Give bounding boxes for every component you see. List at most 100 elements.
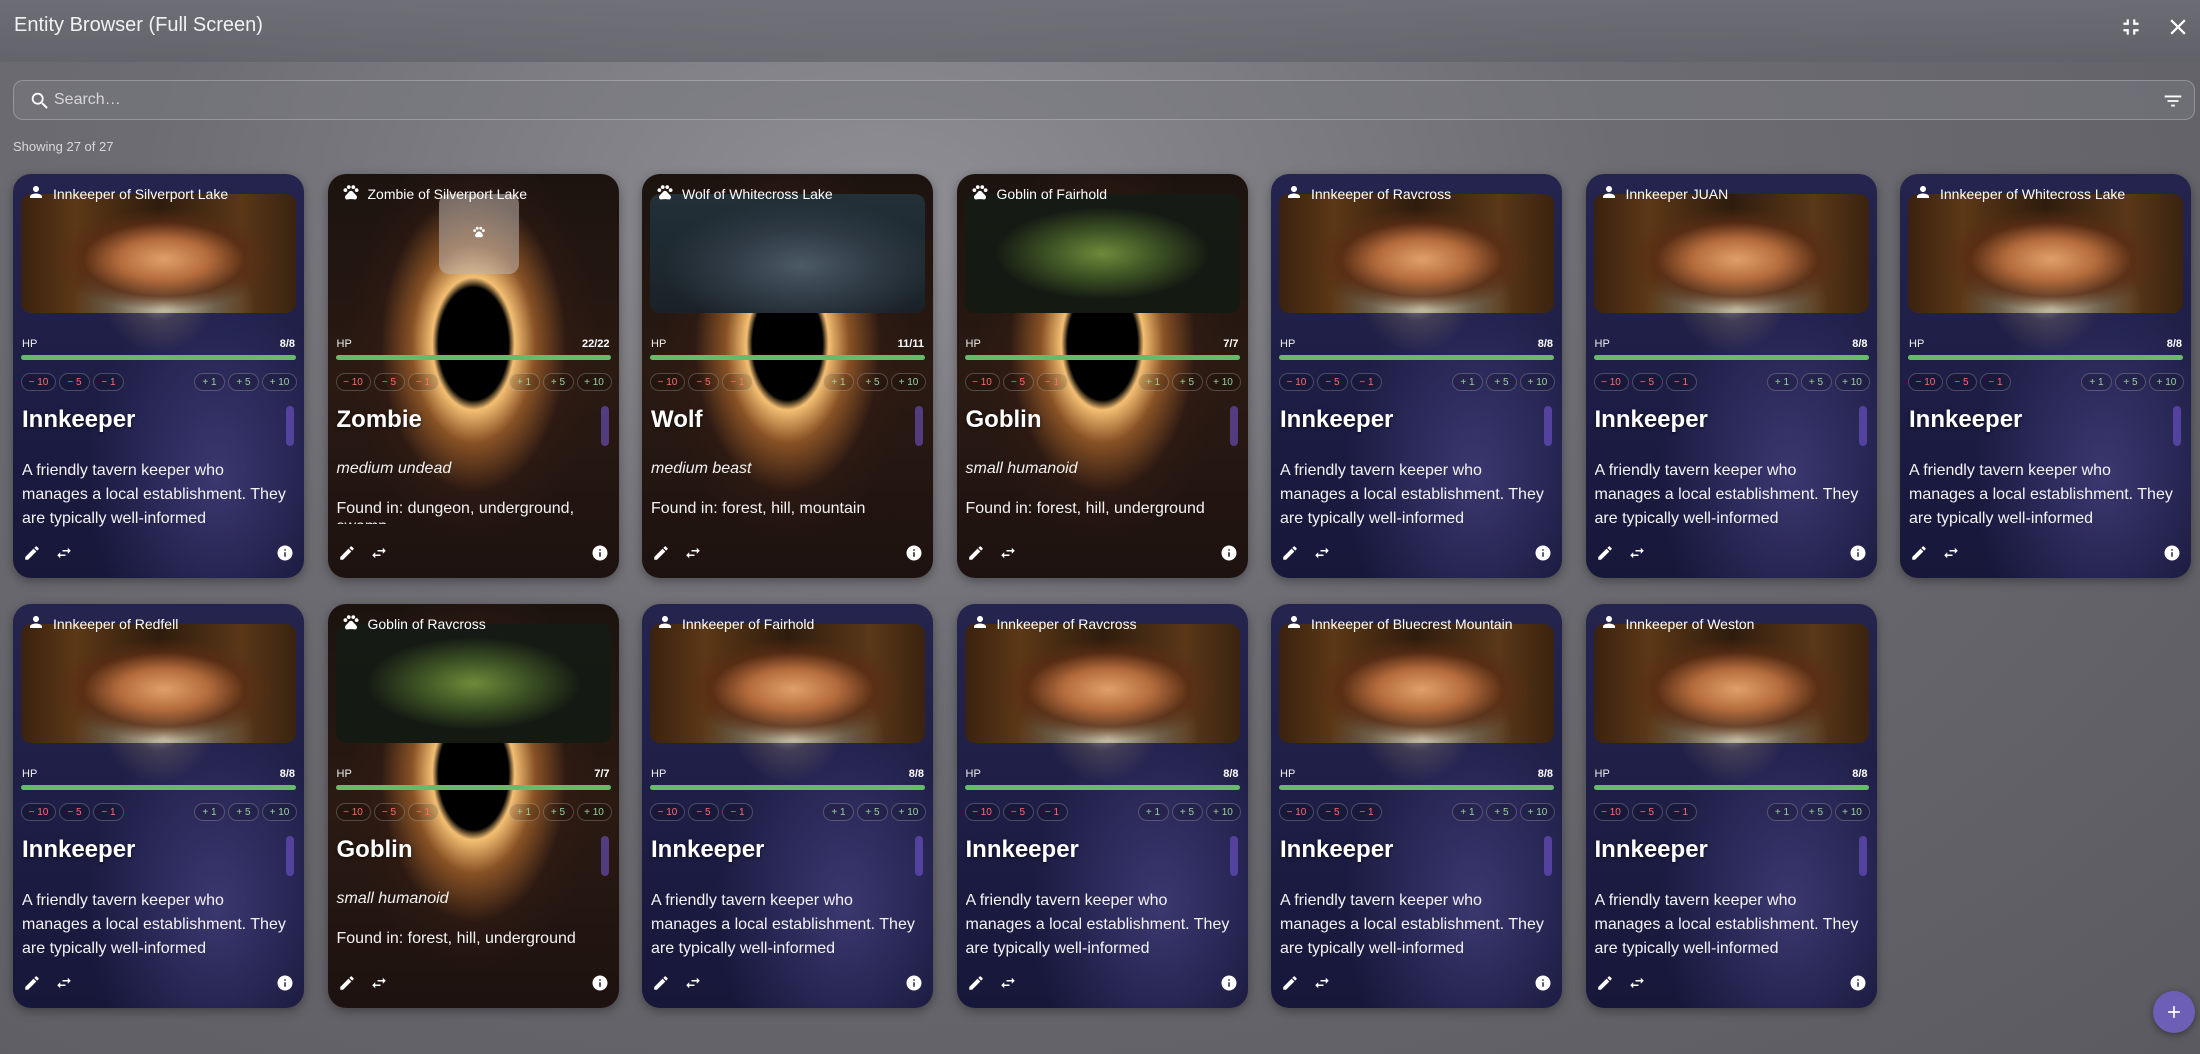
- hp-adjust-button[interactable]: + 1: [2081, 373, 2112, 391]
- hp-adjust-button[interactable]: + 5: [1800, 803, 1832, 821]
- scroll-indicator[interactable]: [1544, 836, 1552, 876]
- hp-adjust-button[interactable]: + 10: [1520, 803, 1555, 821]
- swap-icon[interactable]: [999, 544, 1017, 562]
- scroll-indicator[interactable]: [2173, 406, 2181, 446]
- entity-card[interactable]: Innkeeper of Fairhold HP 8/8− 10− 5− 1 + 1 +…: [642, 604, 933, 1008]
- hp-adjust-button[interactable]: − 5: [373, 803, 405, 821]
- info-icon[interactable]: [2163, 544, 2181, 562]
- hp-adjust-button[interactable]: + 1: [508, 373, 540, 391]
- hp-adjust-button[interactable]: − 10: [650, 373, 685, 391]
- hp-adjust-button[interactable]: − 10: [1593, 373, 1629, 391]
- fullscreen-exit-icon[interactable]: [2118, 14, 2144, 40]
- hp-adjust-button[interactable]: + 10: [1205, 373, 1241, 391]
- hp-adjust-button[interactable]: + 1: [1452, 803, 1483, 821]
- info-icon[interactable]: [1534, 544, 1552, 562]
- hp-adjust-button[interactable]: − 5: [1317, 803, 1348, 821]
- edit-icon[interactable]: [338, 974, 356, 992]
- hp-adjust-button[interactable]: − 10: [21, 373, 56, 391]
- info-icon[interactable]: [591, 974, 609, 992]
- hp-adjust-button[interactable]: − 1: [722, 373, 753, 391]
- hp-adjust-button[interactable]: + 5: [857, 803, 888, 821]
- hp-adjust-button[interactable]: + 10: [891, 373, 926, 391]
- hp-adjust-button[interactable]: + 5: [542, 373, 574, 391]
- swap-icon[interactable]: [370, 544, 388, 562]
- info-icon[interactable]: [276, 974, 294, 992]
- hp-adjust-button[interactable]: + 1: [194, 803, 225, 821]
- hp-adjust-button[interactable]: + 10: [2149, 373, 2184, 391]
- scroll-indicator[interactable]: [286, 836, 294, 876]
- filter-icon[interactable]: [2162, 90, 2184, 112]
- hp-adjust-button[interactable]: − 10: [1279, 373, 1314, 391]
- hp-adjust-button[interactable]: − 10: [21, 803, 56, 821]
- hp-adjust-button[interactable]: + 10: [891, 803, 926, 821]
- edit-icon[interactable]: [1910, 544, 1928, 562]
- hp-adjust-button[interactable]: − 10: [964, 803, 1000, 821]
- hp-adjust-button[interactable]: + 10: [1834, 803, 1870, 821]
- swap-icon[interactable]: [684, 544, 702, 562]
- hp-adjust-button[interactable]: + 5: [1486, 803, 1517, 821]
- hp-adjust-button[interactable]: + 10: [576, 803, 612, 821]
- info-icon[interactable]: [591, 544, 609, 562]
- swap-icon[interactable]: [1942, 544, 1960, 562]
- hp-adjust-button[interactable]: − 10: [1593, 803, 1629, 821]
- hp-adjust-button[interactable]: − 1: [722, 803, 753, 821]
- entity-card[interactable]: Innkeeper of Ravcross HP 8/8− 10− 5− 1 + 1 +…: [1271, 174, 1562, 578]
- hp-adjust-button[interactable]: − 10: [650, 803, 685, 821]
- edit-icon[interactable]: [1596, 544, 1614, 562]
- swap-icon[interactable]: [1313, 544, 1331, 562]
- hp-adjust-button[interactable]: + 10: [1205, 803, 1241, 821]
- hp-adjust-button[interactable]: − 5: [373, 373, 405, 391]
- hp-adjust-button[interactable]: − 5: [1317, 373, 1348, 391]
- entity-card[interactable]: Goblin of Fairhold HP 7/7 − 10− 5− 1 + 1 + 5 +…: [956, 174, 1248, 578]
- hp-adjust-button[interactable]: − 1: [1665, 803, 1697, 821]
- swap-icon[interactable]: [370, 974, 388, 992]
- hp-adjust-button[interactable]: + 1: [194, 373, 225, 391]
- hp-adjust-button[interactable]: − 1: [93, 803, 124, 821]
- hp-adjust-button[interactable]: − 5: [1631, 373, 1663, 391]
- hp-adjust-button[interactable]: + 5: [228, 803, 259, 821]
- info-icon[interactable]: [905, 974, 923, 992]
- hp-adjust-button[interactable]: + 1: [823, 373, 854, 391]
- hp-adjust-button[interactable]: + 5: [1486, 373, 1517, 391]
- info-icon[interactable]: [1534, 974, 1552, 992]
- swap-icon[interactable]: [999, 974, 1017, 992]
- swap-icon[interactable]: [1628, 974, 1646, 992]
- edit-icon[interactable]: [23, 544, 41, 562]
- hp-adjust-button[interactable]: + 5: [2115, 373, 2146, 391]
- hp-adjust-button[interactable]: + 10: [262, 803, 297, 821]
- entity-card[interactable]: Innkeeper of Redfell HP 8/8− 10− 5− 1 + 1 + …: [13, 604, 304, 1008]
- hp-adjust-button[interactable]: − 10: [335, 373, 371, 391]
- edit-icon[interactable]: [967, 544, 985, 562]
- hp-adjust-button[interactable]: − 1: [1036, 373, 1068, 391]
- close-icon[interactable]: [2165, 14, 2191, 40]
- entity-card[interactable]: Innkeeper of Bluecrest Mountain HP 8/8 − 10…: [1271, 604, 1562, 1008]
- hp-adjust-button[interactable]: − 1: [407, 803, 439, 821]
- hp-adjust-button[interactable]: − 5: [1002, 803, 1034, 821]
- hp-adjust-button[interactable]: − 5: [1946, 373, 1977, 391]
- entity-card[interactable]: Innkeeper of Whitecross Lake HP 8/8 − 10− 5…: [1900, 174, 2191, 578]
- hp-adjust-button[interactable]: − 5: [688, 803, 719, 821]
- swap-icon[interactable]: [1313, 974, 1331, 992]
- hp-adjust-button[interactable]: − 1: [407, 373, 439, 391]
- hp-adjust-button[interactable]: + 10: [262, 373, 297, 391]
- entity-card[interactable]: Innkeeper JUAN HP 8/8 − 10− 5− 1 + 1 + 5 + 10 I…: [1585, 174, 1877, 578]
- info-icon[interactable]: [1220, 544, 1238, 562]
- hp-adjust-button[interactable]: + 10: [1834, 373, 1870, 391]
- edit-icon[interactable]: [1281, 974, 1299, 992]
- hp-adjust-button[interactable]: − 10: [335, 803, 371, 821]
- scroll-indicator[interactable]: [1544, 406, 1552, 446]
- hp-adjust-button[interactable]: − 5: [1002, 373, 1034, 391]
- hp-adjust-button[interactable]: + 5: [542, 803, 574, 821]
- hp-adjust-button[interactable]: + 1: [1137, 803, 1169, 821]
- scroll-indicator[interactable]: [915, 406, 923, 446]
- swap-icon[interactable]: [55, 974, 73, 992]
- scroll-indicator[interactable]: [1229, 406, 1238, 446]
- info-icon[interactable]: [1849, 544, 1867, 562]
- hp-adjust-button[interactable]: + 5: [857, 373, 888, 391]
- hp-adjust-button[interactable]: + 1: [1452, 373, 1483, 391]
- hp-adjust-button[interactable]: − 10: [964, 373, 1000, 391]
- edit-icon[interactable]: [1281, 544, 1299, 562]
- entity-card[interactable]: Wolf of Whitecross Lake HP 11/11 − 10− 5− 1…: [642, 174, 933, 578]
- entity-card[interactable]: Innkeeper of Ravcross HP 8/8− 10− 5− 1 + 1 +…: [956, 604, 1248, 1008]
- hp-adjust-button[interactable]: − 10: [1279, 803, 1314, 821]
